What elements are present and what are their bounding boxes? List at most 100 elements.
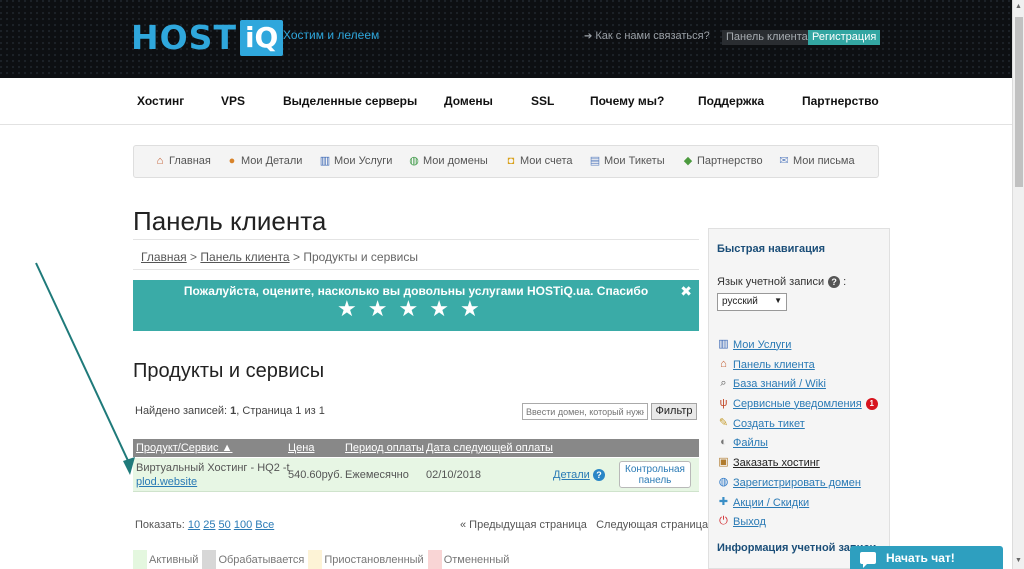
sidebar-link-label: Панель клиента [733,358,815,371]
chat-widget[interactable]: Начать чат! [850,546,1003,569]
table-row: Виртуальный Хостинг - HQ2 -t plod.websit… [133,458,699,492]
nav-ssl[interactable]: SSL [531,94,554,108]
hostiq-logo[interactable]: HOST iQ [131,18,284,57]
legend-label: Активный [149,553,199,566]
contact-label: Как с нами связаться? [595,30,710,42]
nav-hosting[interactable]: Хостинг [137,94,184,108]
scroll-thumb[interactable] [1015,17,1023,187]
product-name: Виртуальный Хостинг - HQ2 -t [136,462,290,474]
next-page[interactable]: Следующая страница » [596,519,717,531]
clientnav-label: Мои Детали [241,155,303,167]
language-colon: : [843,276,847,288]
clientnav-home[interactable]: ⌂ Главная [154,155,211,167]
product-price: 540.60руб. [288,469,343,481]
sidebar-link-files[interactable]: ◐ Файлы [717,436,768,449]
scroll-up-icon[interactable]: ▲ [1015,3,1022,10]
legend-swatch [308,550,323,569]
legend-label: Отмененный [443,553,510,566]
clientnav-affiliate[interactable]: ◆ Партнерство [682,155,763,167]
star-icon[interactable]: ★ [337,297,357,321]
star-icon[interactable]: ★ [368,297,388,321]
th-product[interactable]: Продукт/Сервис ▲ [136,442,232,454]
ticket-icon: ▤ [589,155,601,167]
client-nav: ⌂ Главная ● Мои Детали ▥ Мои Услуги ◍ Мои до… [133,145,879,178]
sidebar-title: Быстрая навигация [717,243,826,255]
arrow-right-icon: ➔ [584,31,593,42]
sidebar-link-notifications[interactable]: ψ Сервисные уведомления 1 [717,397,878,410]
sidebar-link-label: Заказать хостинг [733,456,820,469]
box-icon: ▣ [718,456,729,468]
product-next-date: 02/10/2018 [426,469,482,481]
search-input[interactable] [522,403,648,420]
logo-host-text: HOST [131,18,237,57]
language-select[interactable]: русский ▼ [717,293,787,311]
th-period[interactable]: Период оплаты [345,442,424,454]
details-link[interactable]: Детали [553,469,590,481]
found-prefix: Найдено записей: [135,405,228,417]
show-100[interactable]: 100 [234,519,252,531]
sidebar-link-register-domain[interactable]: ◍ Зарегистрировать домен [717,476,861,489]
breadcrumb: Главная > Панель клиента > Продукты и се… [133,239,699,270]
client-panel-button[interactable]: Панель клиента [722,30,812,45]
sidebar-link-promotions[interactable]: ✚ Акции / Скидки [717,496,809,509]
clientnav-services[interactable]: ▥ Мои Услуги [319,155,393,167]
sidebar-link-label: Акции / Скидки [733,496,810,509]
clientnav-label: Мои Услуги [334,155,393,167]
logo-iq-text: iQ [239,19,284,56]
clientnav-invoices[interactable]: ◘ Мои счета [505,155,573,167]
services-icon: ▥ [718,338,729,350]
sidebar-link-services[interactable]: ▥ Мои Услуги [717,338,791,351]
close-icon[interactable]: ✖ [680,283,692,300]
filter-button[interactable]: Фильтр [651,403,697,420]
product-domain[interactable]: plod.website [136,476,197,488]
clientnav-domains[interactable]: ◍ Мои домены [408,155,488,167]
product-period: Ежемесячно [345,469,409,481]
language-label: Язык учетной записи?: [717,276,846,288]
sidebar-link-ticket[interactable]: ✎ Создать тикет [717,417,805,430]
chevron-down-icon: ▼ [774,296,782,305]
notification-badge: 1 [865,397,878,410]
th-next-date[interactable]: Дата следующей оплаты [426,442,553,454]
page-scrollbar[interactable]: ▲ ▼ [1012,0,1024,569]
breadcrumb-separator: > [190,250,198,264]
found-page: , Страница 1 из 1 [236,405,325,417]
show-25[interactable]: 25 [203,519,215,531]
contact-link[interactable]: ➔ Как с нами связаться? [584,30,710,42]
services-icon: ▥ [319,155,331,167]
clientnav-label: Мои письма [793,155,855,167]
help-icon[interactable]: ? [593,469,605,481]
sidebar-link-knowledgebase[interactable]: ⌕ База знаний / Wiki [717,377,826,390]
sidebar-link-order-hosting[interactable]: ▣ Заказать хостинг [717,456,820,469]
user-icon: ● [228,155,236,167]
th-price[interactable]: Цена [288,442,314,454]
show-all[interactable]: Все [255,519,274,531]
nav-support[interactable]: Поддержка [698,94,764,108]
show-10[interactable]: 10 [188,519,200,531]
show-label: Показать: [135,519,185,531]
show-50[interactable]: 50 [219,519,231,531]
clientnav-tickets[interactable]: ▤ Мои Тикеты [589,155,665,167]
pagination: « Предыдущая страница Следующая страница… [460,519,717,531]
star-icon[interactable]: ★ [460,297,480,321]
help-icon[interactable]: ? [828,276,841,288]
prev-page[interactable]: « Предыдущая страница [460,519,587,531]
chat-bubble-icon [860,551,876,568]
clientnav-emails[interactable]: ✉ Мои письма [778,155,855,167]
nav-why-us[interactable]: Почему мы? [590,94,664,108]
nav-dedicated[interactable]: Выделенные серверы [283,94,417,108]
gift-icon: ✚ [718,496,729,508]
sidebar-link-logout[interactable]: ⏻ Выход [717,515,766,528]
nav-vps[interactable]: VPS [221,94,245,108]
nav-partnership[interactable]: Партнерство [802,94,879,108]
star-icon[interactable]: ★ [398,297,418,321]
scroll-down-icon[interactable]: ▼ [1015,557,1022,564]
register-button[interactable]: Регистрация [808,30,881,45]
breadcrumb-home[interactable]: Главная [141,250,187,264]
page-title: Панель клиента [133,206,327,236]
control-panel-button[interactable]: Контрольная панель [619,461,691,488]
sidebar-link-client-panel[interactable]: ⌂ Панель клиента [717,358,815,371]
nav-domains[interactable]: Домены [444,94,493,108]
star-icon[interactable]: ★ [429,297,449,321]
clientnav-details[interactable]: ● Мои Детали [226,155,303,167]
breadcrumb-panel[interactable]: Панель клиента [200,250,289,264]
